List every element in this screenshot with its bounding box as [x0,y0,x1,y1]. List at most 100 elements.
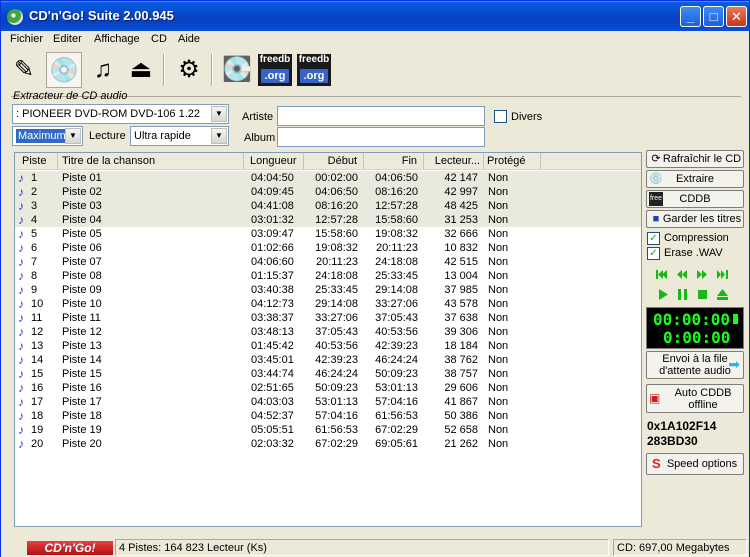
track-end: 53:01:13 [375,382,418,394]
table-row[interactable]: ♪ 9 Piste 09 03:40:38 25:33:45 29:14:08 37 985… [15,283,641,297]
lecture-label: Lecture [89,130,126,142]
play-icon[interactable] [657,288,670,301]
cd-ripper-icon[interactable]: 💿 [46,52,82,88]
quality-select[interactable]: Maximum ▼ [12,126,83,146]
track-protected: Non [488,368,509,380]
table-row[interactable]: ♪ 2 Piste 02 04:09:45 04:06:50 08:16:20 42 997… [15,185,641,199]
col-fin[interactable]: Fin [364,153,424,170]
col-debut[interactable]: Début [304,153,364,170]
table-row[interactable]: ♪ 6 Piste 06 01:02:66 19:08:32 20:11:23 10 832… [15,241,641,255]
table-row[interactable]: ♪ 4 Piste 04 03:01:32 12:57:28 15:58:60 31 253… [15,213,641,227]
table-row[interactable]: ♪ 1 Piste 01 04:04:50 00:02:00 04:06:50 42 147… [15,171,641,185]
menu-cd[interactable]: CD [151,33,167,45]
track-number: 14 [31,354,44,366]
table-row[interactable]: ♪ 8 Piste 08 01:15:37 24:18:08 25:33:45 13 004… [15,269,641,283]
settings-gear-icon[interactable]: ⚙ [171,52,207,88]
cddb-button[interactable]: free CDDB [646,190,744,208]
cd-burner-icon[interactable]: 💽 [219,52,255,88]
table-row[interactable]: ♪ 7 Piste 07 04:06:60 20:11:23 24:18:08 42 515… [15,255,641,269]
track-list-header: Piste Titre de la chanson Longueur Début… [15,153,641,170]
menu-editer[interactable]: Editer [53,33,82,45]
compression-checkbox[interactable]: ✓ [647,232,660,245]
first-track-icon[interactable] [655,268,668,281]
track-title: Piste 01 [62,172,102,184]
chevron-down-icon[interactable]: ▼ [65,128,81,144]
table-row[interactable]: ♪ 17 Piste 17 04:03:03 53:01:13 57:04:16 41 86… [15,395,641,409]
col-lecteur[interactable]: Lecteur... [424,153,484,170]
table-row[interactable]: ♪ 18 Piste 18 04:52:37 57:04:16 61:56:53 50 38… [15,409,641,423]
track-number: 5 [31,228,38,240]
keep-titles-button[interactable]: ■ Garder les titres [646,210,744,228]
track-number: 15 [31,368,44,380]
chevron-down-icon[interactable]: ▼ [211,128,227,144]
maximize-button[interactable]: □ [703,6,724,27]
track-title: Piste 06 [62,242,102,254]
track-size: 50 386 [444,410,478,422]
track-title: Piste 18 [62,410,102,422]
track-length: 03:01:32 [251,214,294,226]
track-list[interactable]: Piste Titre de la chanson Longueur Début… [14,152,642,527]
erase-wav-label: Erase .WAV [664,247,723,259]
track-protected: Non [488,298,509,310]
remaining-time: 0:00:00 [663,328,731,347]
table-row[interactable]: ♪ 14 Piste 14 03:45:01 42:39:23 46:24:24 38 76… [15,353,641,367]
last-track-icon[interactable] [716,268,729,281]
track-title: Piste 11 [62,312,101,324]
freedb-label: freedb [298,54,330,65]
table-row[interactable]: ♪ 12 Piste 12 03:48:13 37:05:43 40:53:56 39 30… [15,325,641,339]
cd-tray-icon[interactable]: ⏏ [123,52,159,88]
table-row[interactable]: ♪ 3 Piste 03 04:41:08 08:16:20 12:57:28 48 425… [15,199,641,213]
freedb-submit-button[interactable]: freedb .org [297,54,331,86]
save-disk-icon: ■ [652,213,660,225]
col-piste[interactable]: Piste [15,153,58,170]
divers-checkbox[interactable] [494,110,507,123]
chevron-down-icon[interactable]: ▼ [211,106,227,122]
auto-cddb-offline-button[interactable]: ▣ Auto CDDB offline [646,384,744,413]
track-start: 40:53:56 [315,340,358,352]
table-row[interactable]: ♪ 19 Piste 19 05:05:51 61:56:53 67:02:29 52 65… [15,423,641,437]
erase-wav-checkbox[interactable]: ✓ [647,247,660,260]
track-start: 25:33:45 [315,284,358,296]
col-protege[interactable]: Protégé [484,153,541,170]
table-row[interactable]: ♪ 16 Piste 16 02:51:65 50:09:23 53:01:13 29 60… [15,381,641,395]
menu-fichier[interactable]: Fichier [10,33,43,45]
col-longueur[interactable]: Longueur [244,153,304,170]
menu-aide[interactable]: Aide [178,33,200,45]
artist-input[interactable] [277,106,485,126]
drive-select[interactable]: : PIONEER DVD-ROM DVD-106 1.22 ▼ [12,104,229,124]
stop-icon[interactable] [696,288,709,301]
music-note-icon: ♪ [18,367,24,381]
extract-cd-icon: 💿 [649,173,663,185]
table-row[interactable]: ♪ 10 Piste 10 04:12:73 29:14:08 33:27:06 43 57… [15,297,641,311]
table-row[interactable]: ♪ 11 Piste 11 03:38:37 33:27:06 37:05:43 37 63… [15,311,641,325]
eject-icon[interactable] [716,288,729,301]
lecture-speed-select[interactable]: Ultra rapide ▼ [130,126,229,146]
track-protected: Non [488,242,509,254]
fast-forward-icon[interactable] [696,268,709,281]
col-titre[interactable]: Titre de la chanson [58,153,244,170]
close-button[interactable]: ✕ [726,6,747,27]
track-title: Piste 17 [62,396,102,408]
track-start: 20:11:23 [315,256,358,268]
table-row[interactable]: ♪ 5 Piste 05 03:09:47 15:58:60 19:08:32 32 666… [15,227,641,241]
extract-button[interactable]: 💿 Extraire [646,170,744,188]
track-protected: Non [488,396,509,408]
album-input[interactable] [277,127,485,147]
pause-icon[interactable] [676,288,689,301]
track-title: Piste 15 [62,368,102,380]
send-to-audio-queue-button[interactable]: Envoi à la file d'attente audio ➡ [646,351,744,379]
menu-affichage[interactable]: Affichage [94,33,140,45]
cddb-label: CDDB [679,193,711,205]
table-row[interactable]: ♪ 13 Piste 13 01:45:42 40:53:56 42:39:23 18 18… [15,339,641,353]
music-keyboard-icon[interactable]: ♫ [85,52,121,88]
table-row[interactable]: ♪ 20 Piste 20 02:03:32 67:02:29 69:05:61 21 26… [15,437,641,451]
refresh-cd-button[interactable]: ⟳ Rafraîchir le CD [646,150,744,168]
freedb-button[interactable]: freedb .org [258,54,292,86]
table-row[interactable]: ♪ 15 Piste 15 03:44:74 46:24:24 50:09:23 38 75… [15,367,641,381]
track-size: 18 184 [444,340,478,352]
title-bar[interactable]: CD'n'Go! Suite 2.00.945 _ □ ✕ [1,1,749,31]
minimize-button[interactable]: _ [680,6,701,27]
edit-tool-icon[interactable]: ✎ [6,52,42,88]
speed-options-button[interactable]: S Speed options [646,453,744,475]
rewind-icon[interactable] [675,268,688,281]
